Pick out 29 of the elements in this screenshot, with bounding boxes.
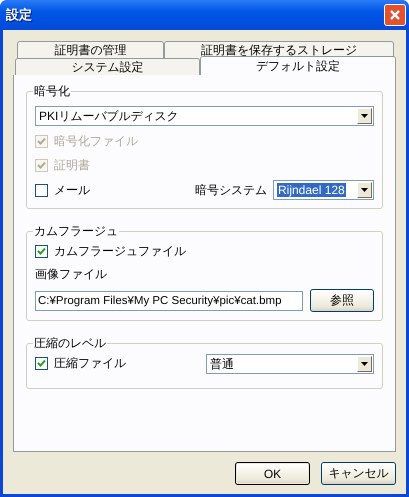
check-icon	[37, 247, 46, 255]
checkbox[interactable]: メール	[35, 181, 90, 199]
group-title: 圧縮のレベル	[33, 335, 107, 352]
dropdown-arrow-icon	[361, 362, 368, 366]
dropdown-arrow-icon	[361, 114, 368, 118]
browse-button[interactable]: 参照	[310, 289, 374, 312]
dialog-button[interactable]: OK	[235, 462, 310, 485]
check-icon	[37, 137, 46, 145]
dropdown[interactable]: Rijndael 128	[273, 180, 374, 200]
checkbox[interactable]: 圧縮ファイル	[35, 354, 126, 372]
checkbox[interactable]: カムフラージュファイル	[35, 242, 374, 260]
field-label: 画像ファイル	[35, 266, 108, 283]
group-title: 暗号化	[33, 83, 71, 100]
tab[interactable]: 証明書を保存するストレージ	[164, 41, 394, 58]
dropdown[interactable]: 普通	[206, 354, 374, 374]
file-path-field[interactable]: C:¥Program Files¥My PC Security¥pic¥cat.bmp	[35, 290, 303, 310]
close-button[interactable]	[384, 4, 406, 26]
group-title: カムフラージュ	[33, 223, 119, 240]
tab[interactable]: システム設定	[15, 58, 200, 75]
close-icon	[389, 9, 401, 21]
tab[interactable]: デフォルト設定	[200, 56, 396, 75]
field-label: 暗号システム	[195, 182, 267, 198]
dropdown[interactable]: PKIリムーバブルディスク	[35, 106, 374, 126]
dialog-button[interactable]: キャンセル	[321, 462, 396, 485]
dropdown-arrow-icon	[361, 188, 368, 192]
tab[interactable]: 証明書の管理	[17, 41, 164, 58]
check-icon	[37, 161, 46, 169]
check-icon	[37, 359, 46, 367]
window-title: 設定	[6, 6, 32, 24]
